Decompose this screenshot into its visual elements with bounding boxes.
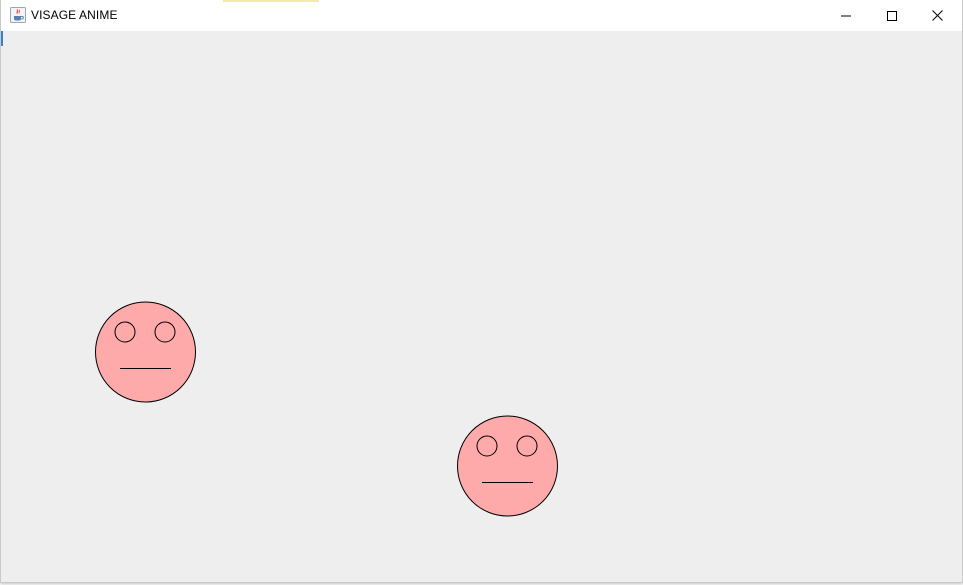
application-window: VISAGE ANIME: [0, 0, 963, 583]
face-1: [95, 301, 196, 403]
minimize-button[interactable]: [823, 0, 869, 31]
face-2: [457, 415, 558, 517]
face-1-head: [95, 301, 196, 403]
title-bar[interactable]: VISAGE ANIME: [1, 0, 962, 31]
drawing-panel: [1, 31, 962, 582]
maximize-button[interactable]: [869, 0, 915, 31]
minimize-icon: [841, 11, 851, 21]
maximize-icon: [887, 10, 897, 21]
close-icon: [931, 10, 943, 21]
title-bar-accent: [223, 0, 319, 2]
face-canvas: [95, 301, 558, 517]
window-edge-highlight: [1, 31, 3, 46]
java-cup-icon[interactable]: [10, 7, 26, 23]
face-2-head: [457, 415, 558, 517]
window-title: VISAGE ANIME: [31, 8, 118, 22]
close-button[interactable]: [914, 0, 960, 31]
